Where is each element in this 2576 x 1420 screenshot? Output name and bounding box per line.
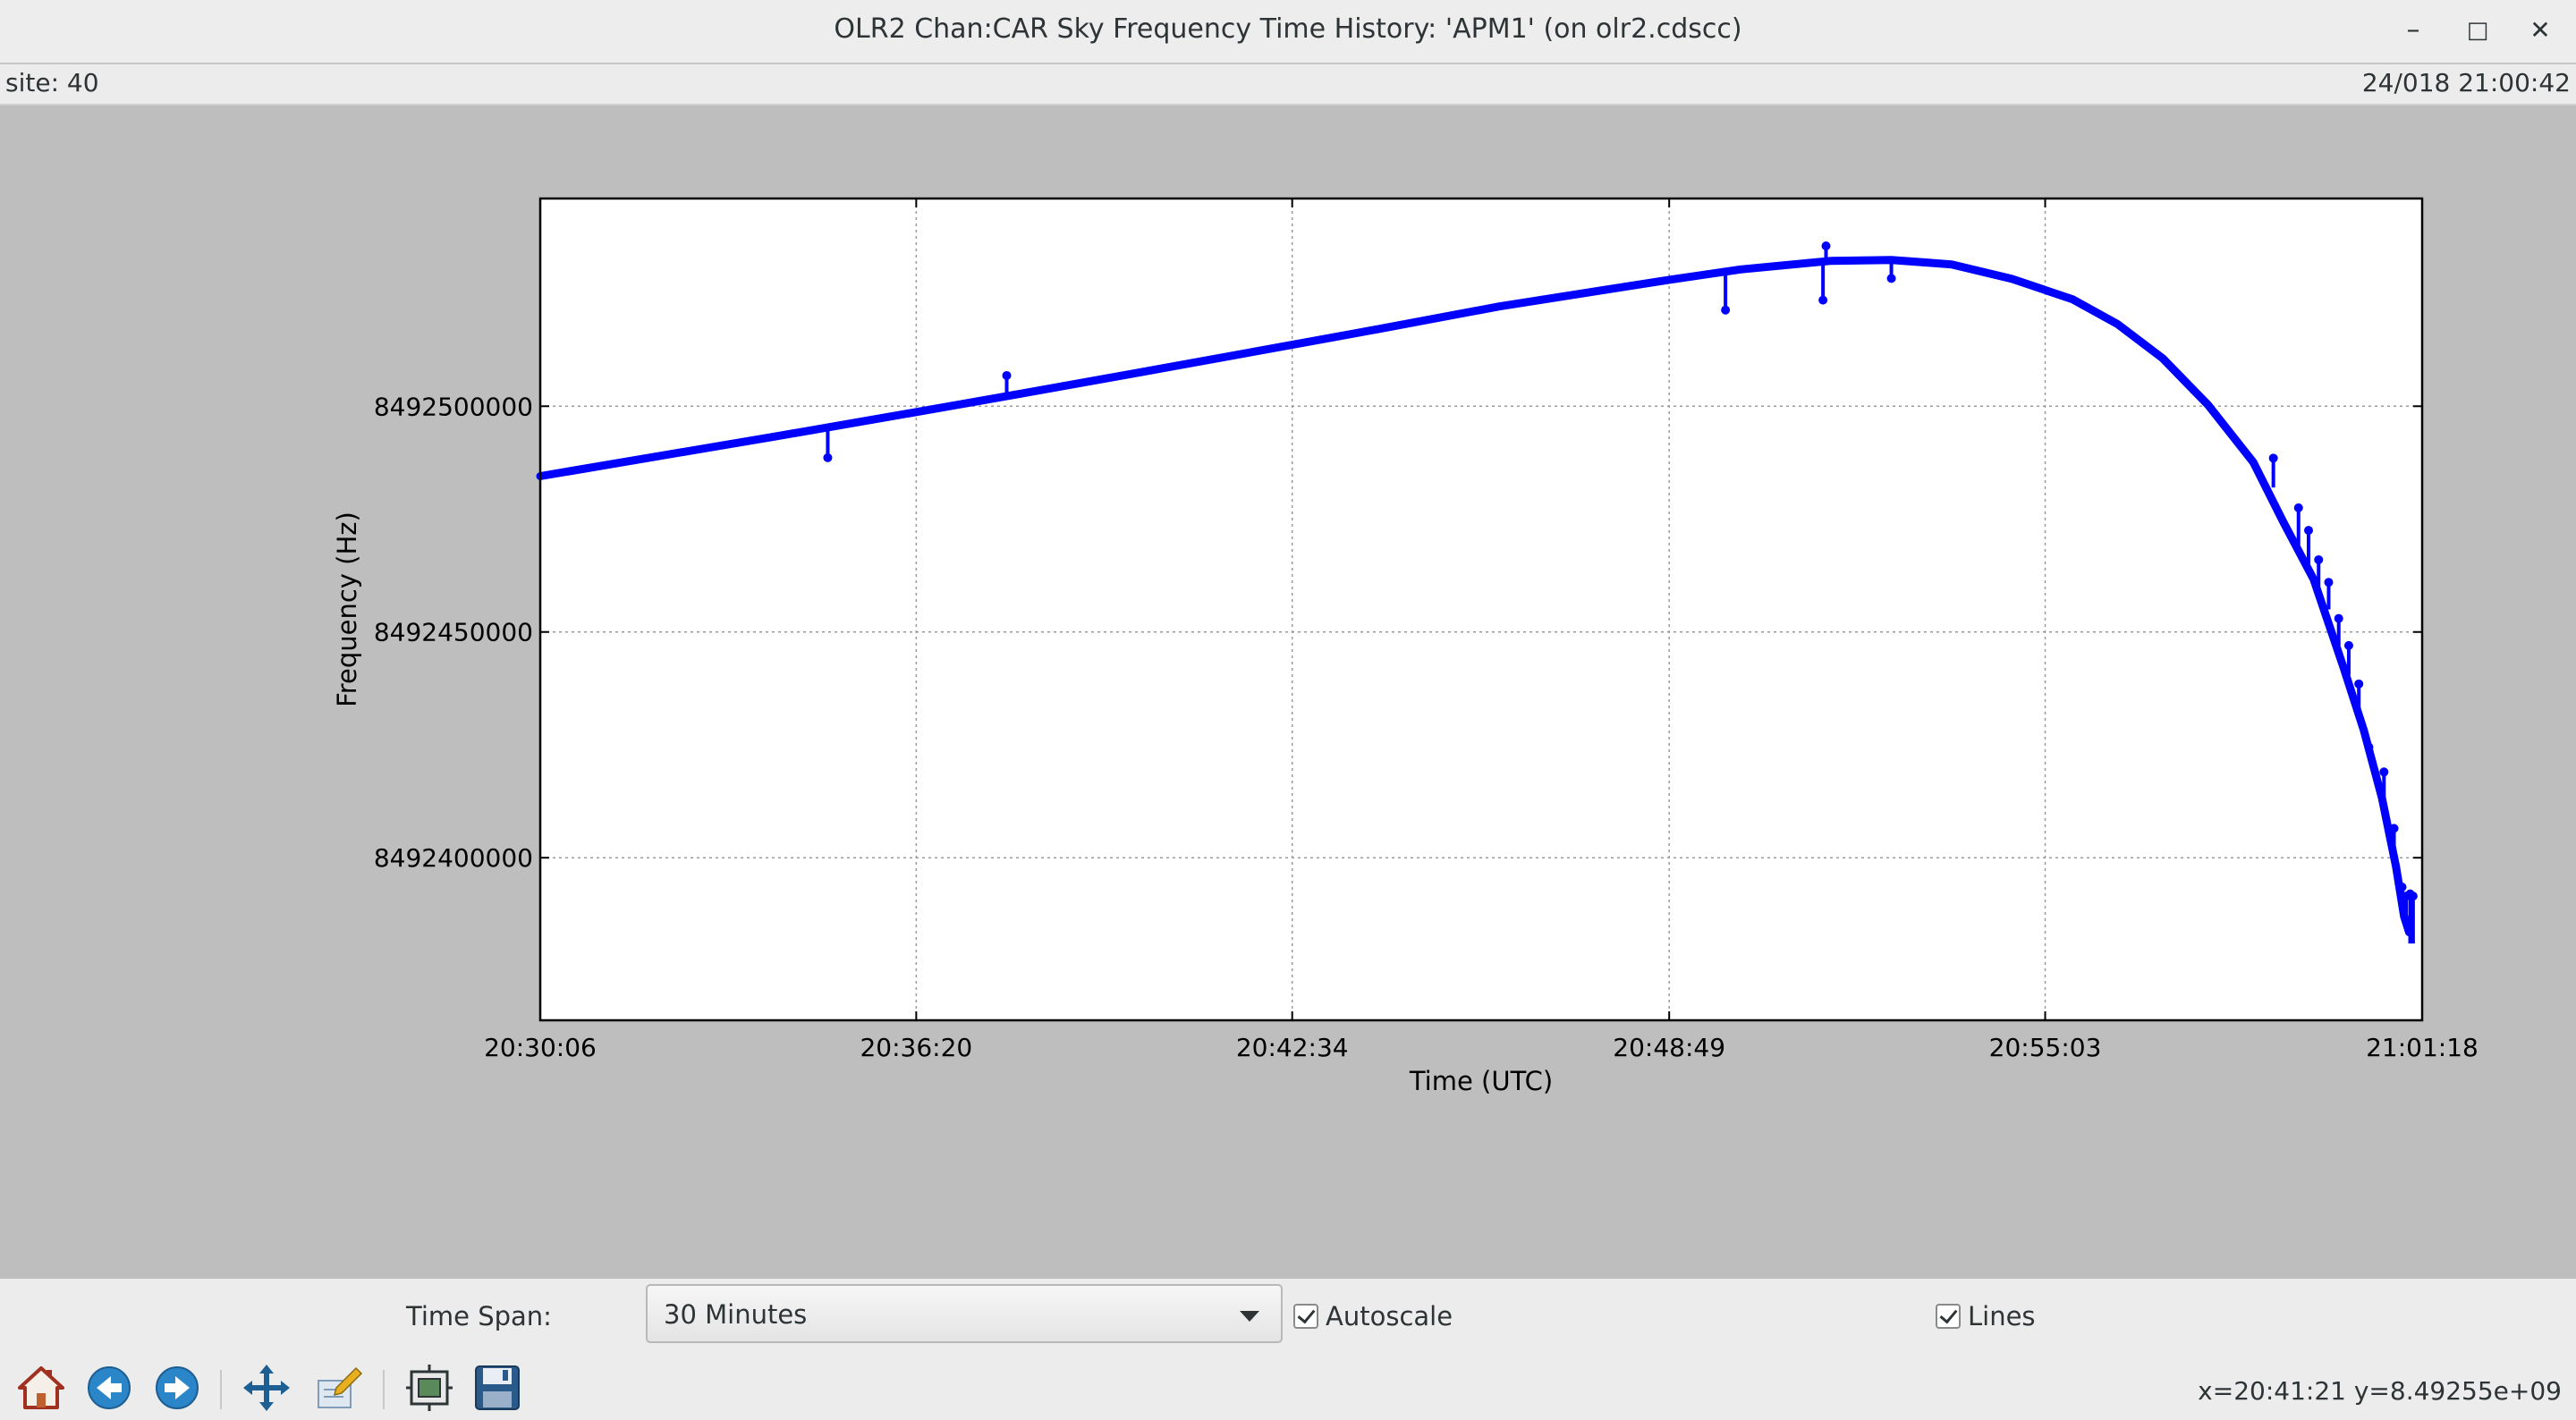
save-icon[interactable] bbox=[470, 1361, 524, 1415]
data-point bbox=[2268, 453, 2278, 463]
time-span-label: Time Span: bbox=[406, 1301, 552, 1331]
plot-area[interactable]: 20:30:06 20:36:20 20:42:34 20:48:49 20:55:03… bbox=[0, 106, 2576, 1279]
data-point bbox=[2334, 613, 2343, 623]
data-point bbox=[1002, 370, 1012, 380]
window-title: OLR2 Chan:CAR Sky Frequency Time History… bbox=[834, 13, 1742, 45]
cursor-coordinates: x=20:41:21 y=8.49255e+09 bbox=[2198, 1376, 2562, 1406]
data-point bbox=[2379, 767, 2389, 777]
site-label: site: 40 bbox=[5, 68, 99, 97]
data-point bbox=[823, 452, 833, 462]
x-tick-label: 20:30:06 bbox=[484, 1033, 597, 1062]
x-tick-label: 20:36:20 bbox=[860, 1033, 972, 1062]
data-point bbox=[1818, 295, 1828, 305]
time-span-value: 30 Minutes bbox=[664, 1299, 808, 1330]
y-tick-label: 8492400000 bbox=[374, 843, 533, 873]
lines-check-icon bbox=[1936, 1304, 1961, 1329]
data-point bbox=[1721, 305, 1731, 315]
data-point bbox=[2343, 640, 2353, 650]
x-tick-label: 20:55:03 bbox=[1989, 1033, 2102, 1062]
chevron-down-icon bbox=[1240, 1311, 1259, 1322]
edit-axes-icon[interactable] bbox=[311, 1361, 365, 1415]
data-point bbox=[2389, 824, 2399, 833]
x-tick-label: 20:48:49 bbox=[1613, 1033, 1725, 1062]
configure-subplots-icon[interactable] bbox=[402, 1361, 456, 1415]
home-icon[interactable] bbox=[14, 1361, 68, 1415]
back-arrow-icon[interactable] bbox=[82, 1361, 136, 1415]
toolbar-separator bbox=[220, 1370, 222, 1409]
maximize-button[interactable]: □ bbox=[2458, 11, 2497, 50]
forward-arrow-icon[interactable] bbox=[150, 1361, 204, 1415]
x-tick-label: 21:01:18 bbox=[2366, 1033, 2479, 1062]
x-tick-label: 20:42:34 bbox=[1236, 1033, 1349, 1062]
close-button[interactable]: ✕ bbox=[2521, 11, 2560, 50]
info-bar: site: 40 24/018 21:00:42 bbox=[0, 64, 2576, 106]
data-point bbox=[2408, 892, 2418, 901]
pan-icon[interactable] bbox=[240, 1361, 293, 1415]
data-point bbox=[1821, 241, 1831, 251]
frequency-chart[interactable]: 20:30:06 20:36:20 20:42:34 20:48:49 20:55:03… bbox=[0, 106, 2576, 1279]
navigation-toolbar bbox=[0, 1361, 626, 1418]
controls-panel: Time Span: 30 Minutes Autoscale Lines x=… bbox=[0, 1279, 2576, 1420]
data-point bbox=[2354, 679, 2364, 689]
lines-label: Lines bbox=[1968, 1301, 2036, 1331]
autoscale-checkbox[interactable]: Autoscale bbox=[1293, 1298, 1453, 1334]
time-span-select[interactable]: 30 Minutes bbox=[646, 1284, 1283, 1343]
toolbar-separator bbox=[383, 1370, 385, 1409]
data-point bbox=[1886, 274, 1896, 283]
data-point bbox=[2293, 503, 2303, 512]
data-point bbox=[2397, 883, 2407, 892]
y-axis-label: Frequency (Hz) bbox=[332, 511, 362, 707]
data-point bbox=[2303, 526, 2313, 536]
data-point bbox=[2364, 742, 2374, 752]
minimize-button[interactable]: – bbox=[2394, 11, 2433, 50]
plot-background bbox=[540, 199, 2422, 1020]
autoscale-check-icon bbox=[1293, 1304, 1318, 1329]
y-tick-label: 8492500000 bbox=[374, 392, 533, 421]
x-axis-label: Time (UTC) bbox=[1409, 1066, 1553, 1096]
autoscale-label: Autoscale bbox=[1326, 1301, 1453, 1331]
data-point bbox=[2324, 578, 2334, 587]
lines-checkbox[interactable]: Lines bbox=[1936, 1298, 2036, 1334]
y-tick-label: 8492450000 bbox=[374, 618, 533, 647]
data-point bbox=[2314, 554, 2324, 564]
timestamp-label: 24/018 21:00:42 bbox=[2361, 68, 2571, 97]
window-titlebar: OLR2 Chan:CAR Sky Frequency Time History… bbox=[0, 0, 2576, 64]
